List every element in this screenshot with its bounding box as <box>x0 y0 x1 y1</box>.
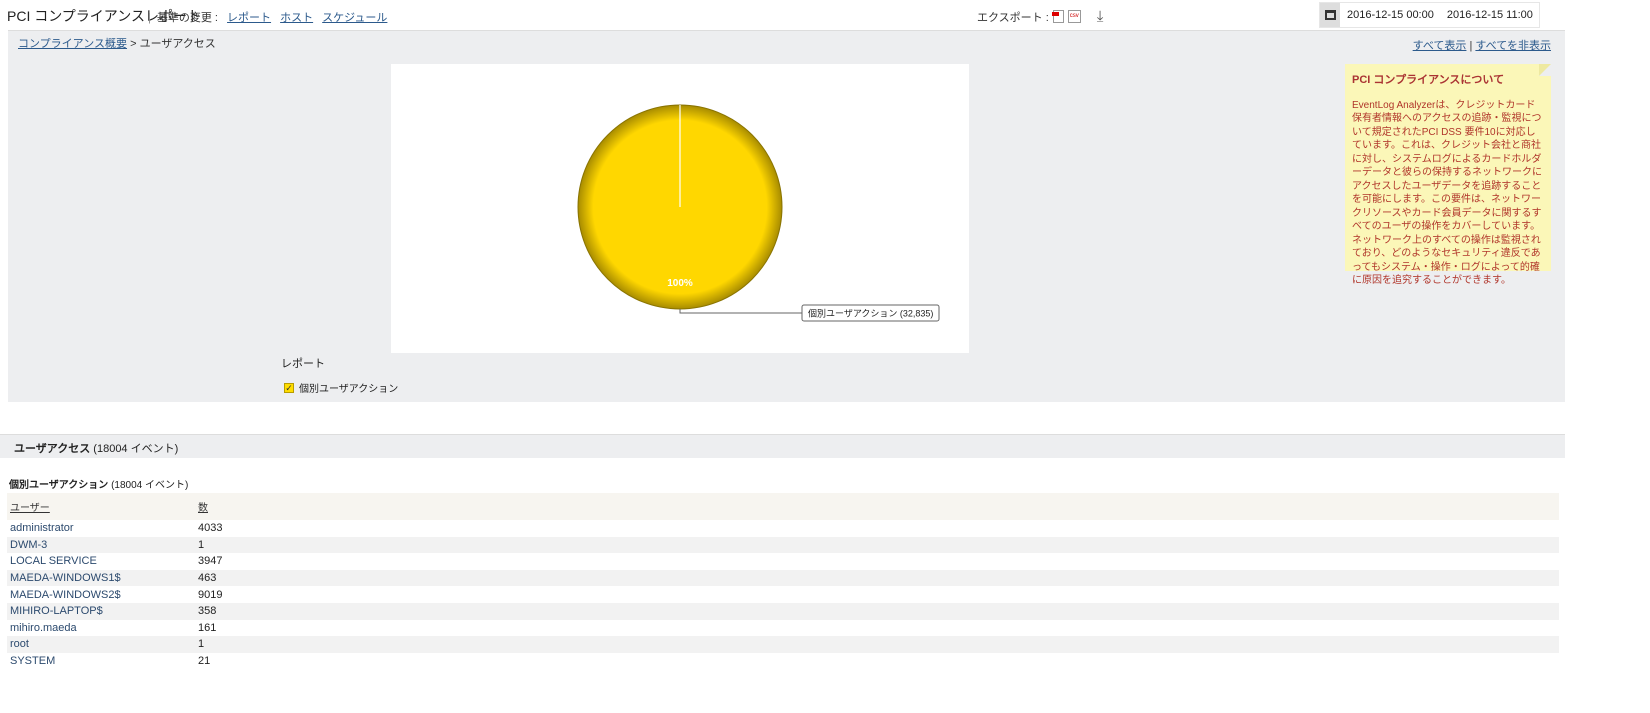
section-count: (18004 イベント) <box>93 443 179 455</box>
callout-label: 個別ユーザアクション (32,835) <box>808 308 933 319</box>
count-cell: 161 <box>198 621 217 634</box>
date-to[interactable]: 2016-12-15 11:00 <box>1440 3 1539 27</box>
csv-icon[interactable]: csv <box>1067 10 1081 23</box>
user-cell[interactable]: root <box>7 636 195 653</box>
top-bar: PCI コンプライアンスレポート | 基準の変更 : レポート ホスト スケジュー… <box>0 0 1650 30</box>
table-row: administrator 4033 <box>7 520 1559 537</box>
subsection-count: (18004 イベント) <box>111 480 189 491</box>
user-cell[interactable]: MAEDA-WINDOWS1$ <box>7 569 195 587</box>
table-row: DWM-3 1 <box>7 536 1559 554</box>
count-cell: 21 <box>198 655 211 668</box>
show-all-link[interactable]: すべて表示 <box>1413 40 1467 52</box>
pdf-icon[interactable] <box>1051 10 1064 23</box>
breadcrumb-parent[interactable]: コンプライアンス概要 <box>18 38 127 50</box>
separator: | <box>1469 40 1473 52</box>
link-report[interactable]: レポート <box>227 12 271 24</box>
sort-user[interactable]: ユーザー <box>10 503 50 514</box>
breadcrumb-sep: > <box>130 38 137 50</box>
user-cell[interactable]: LOCAL SERVICE <box>7 553 195 570</box>
slice-percent-label: 100% <box>667 278 693 289</box>
legend-label: 個別ユーザアクション <box>299 384 399 395</box>
count-cell: 358 <box>195 602 1559 620</box>
table-row: mihiro.maeda 161 <box>7 620 1559 637</box>
link-schedule[interactable]: スケジュール <box>322 12 387 24</box>
criteria-bar: | 基準の変更 : レポート ホスト スケジュール <box>148 12 388 24</box>
user-cell[interactable]: MAEDA-WINDOWS2$ <box>7 586 195 603</box>
user-cell[interactable]: mihiro.maeda <box>7 620 195 637</box>
count-cell: 463 <box>195 569 1559 587</box>
count-cell: 9019 <box>198 588 223 601</box>
note-body: EventLog Analyzerは、クレジットカード保有者情報へのアクセスの追… <box>1352 99 1542 287</box>
callout-line <box>679 309 802 314</box>
subsection-name: 個別ユーザアクション <box>9 480 109 491</box>
link-host[interactable]: ホスト <box>280 12 313 24</box>
col-count[interactable]: 数 <box>195 493 1559 520</box>
subsection-title: 個別ユーザアクション (18004 イベント) <box>9 476 188 491</box>
pci-info-note: PCI コンプライアンスについて EventLog Analyzerは、クレジッ… <box>1345 64 1551 286</box>
table-row: root 1 <box>7 636 1559 653</box>
table-row: MAEDA-WINDOWS2$ 9019 <box>7 586 1559 603</box>
calendar-icon[interactable] <box>1320 3 1340 27</box>
user-cell[interactable]: MIHIRO-LAPTOP$ <box>7 602 195 620</box>
export-bar: エクスポート : csv ⤓ <box>977 8 1103 25</box>
breadcrumb-current: ユーザアクセス <box>139 38 216 50</box>
pie-chart: 100% 個別ユーザアクション (32,835) <box>391 64 969 353</box>
show-hide-links: すべて表示 | すべてを非表示 <box>1413 37 1551 53</box>
count-cell: 1 <box>195 536 1559 554</box>
date-range-picker[interactable]: 2016-12-15 00:00 2016-12-15 11:00 <box>1319 2 1540 28</box>
legend-title: レポート <box>281 358 325 370</box>
export-label: エクスポート : <box>977 11 1049 24</box>
table-row: MAEDA-WINDOWS1$ 463 <box>7 569 1559 587</box>
count-cell: 1 <box>195 636 1559 653</box>
breadcrumb: コンプライアンス概要 > ユーザアクセス <box>18 35 216 51</box>
user-table: ユーザー 数 administrator 4033 DWM-3 1 LOCAL SERV… <box>7 493 1559 669</box>
col-user[interactable]: ユーザー <box>7 493 195 520</box>
legend-item[interactable]: ✓ 個別ユーザアクション <box>284 380 398 395</box>
sort-count[interactable]: 数 <box>198 503 208 514</box>
user-cell[interactable]: DWM-3 <box>7 536 195 554</box>
table-row: MIHIRO-LAPTOP$ 358 <box>7 602 1559 620</box>
table-row: LOCAL SERVICE 3947 <box>7 553 1559 570</box>
overview-panel: コンプライアンス概要 > ユーザアクセス すべて表示 | すべてを非表示 100… <box>8 30 1565 402</box>
date-from[interactable]: 2016-12-15 00:00 <box>1340 3 1440 27</box>
checkbox-checked-icon[interactable]: ✓ <box>284 382 294 393</box>
criteria-label: 基準の変更 : <box>156 12 218 24</box>
user-cell[interactable]: administrator <box>7 520 195 537</box>
count-cell: 4033 <box>198 522 223 535</box>
download-icon[interactable]: ⤓ <box>1097 8 1104 25</box>
count-cell: 3947 <box>198 555 223 568</box>
note-title: PCI コンプライアンスについて <box>1352 74 1505 86</box>
user-cell[interactable]: SYSTEM <box>7 653 195 670</box>
table-row: SYSTEM 21 <box>7 653 1559 670</box>
hide-all-link[interactable]: すべてを非表示 <box>1475 40 1551 52</box>
section-title: ユーザアクセス <box>14 443 91 455</box>
section-header: ユーザアクセス (18004 イベント) <box>0 434 1565 458</box>
